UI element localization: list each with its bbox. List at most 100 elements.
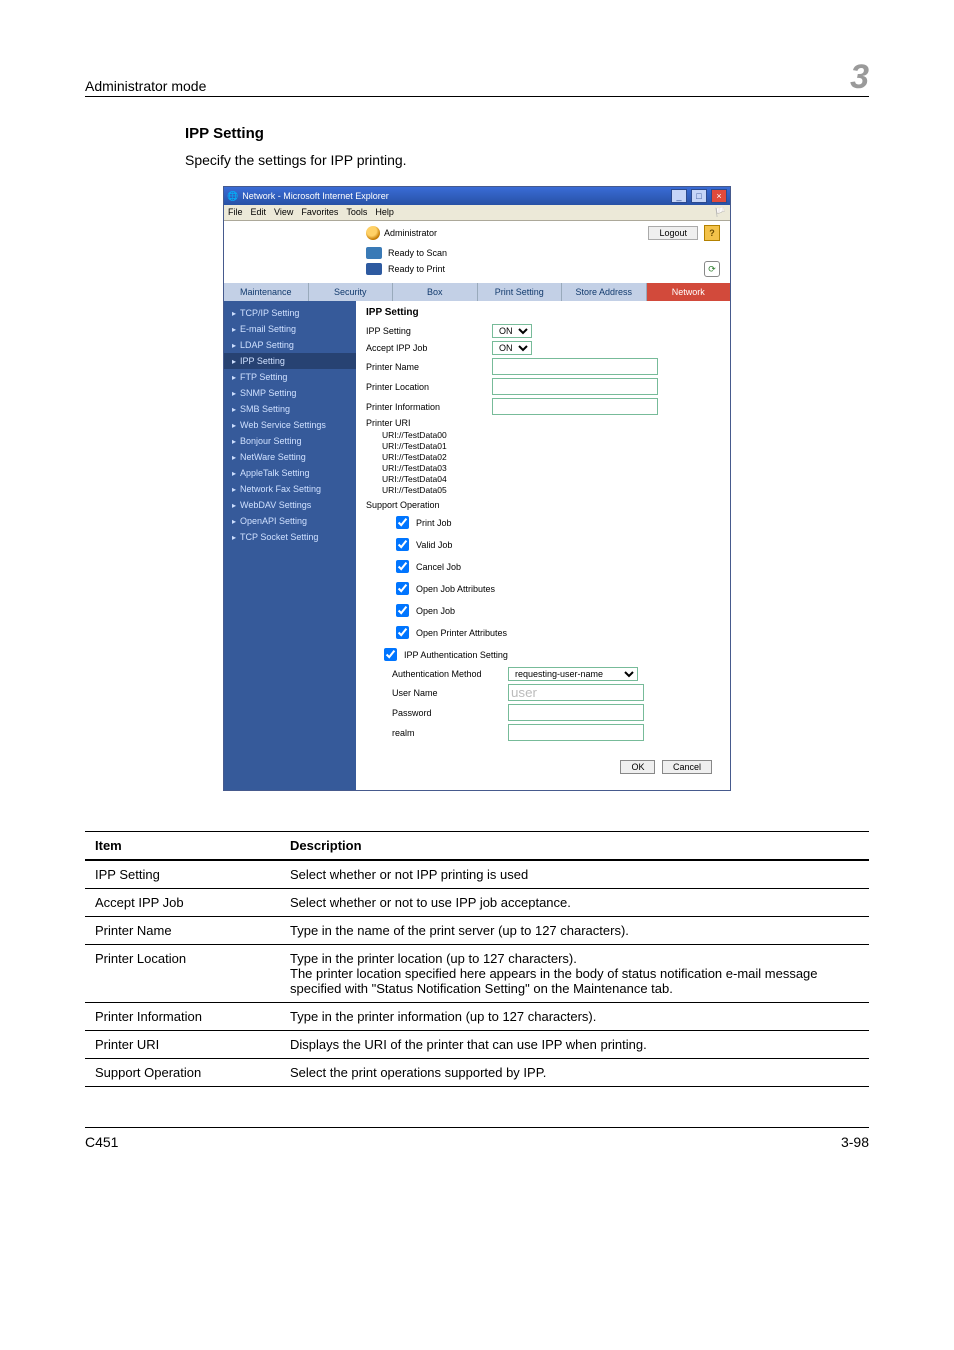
sidebar-item-ldap[interactable]: ▸LDAP Setting <box>224 337 356 353</box>
settings-panel: IPP Setting IPP Setting ON Accept IPP Jo… <box>356 301 730 790</box>
input-printer-info[interactable] <box>492 398 658 415</box>
sidebar-item-webdav[interactable]: ▸WebDAV Settings <box>224 497 356 513</box>
checkbox-cancel-job[interactable] <box>396 560 409 573</box>
table-cell-item: Accept IPP Job <box>85 889 280 917</box>
menu-help[interactable]: Help <box>375 207 394 218</box>
select-ipp-setting[interactable]: ON <box>492 324 532 338</box>
select-accept-ipp[interactable]: ON <box>492 341 532 355</box>
ready-print-text: Ready to Print <box>388 264 445 274</box>
table-cell-item: Support Operation <box>85 1059 280 1087</box>
sidebar-item-openapi[interactable]: ▸OpenAPI Setting <box>224 513 356 529</box>
sidebar-item-netware[interactable]: ▸NetWare Setting <box>224 449 356 465</box>
menu-favorites[interactable]: Favorites <box>301 207 338 218</box>
sidebar-item-tcpsocket[interactable]: ▸TCP Socket Setting <box>224 529 356 545</box>
logout-button[interactable]: Logout <box>648 226 698 240</box>
input-realm[interactable] <box>508 724 644 741</box>
menu-file[interactable]: File <box>228 207 243 218</box>
user-label: Administrator <box>384 228 437 238</box>
checkbox-open-printer-attr[interactable] <box>396 626 409 639</box>
label-printer-uri: Printer URI <box>366 418 486 428</box>
input-user-name[interactable] <box>508 684 644 701</box>
sidebar-item-smb[interactable]: ▸SMB Setting <box>224 401 356 417</box>
table-cell-desc: Select whether or not to use IPP job acc… <box>280 889 869 917</box>
checkbox-ipp-auth[interactable] <box>384 648 397 661</box>
ie-flag-icon: 🏳️ <box>715 207 726 218</box>
input-printer-location[interactable] <box>492 378 658 395</box>
table-head-item: Item <box>85 832 280 861</box>
user-icon <box>366 226 380 240</box>
app-top-bar: Administrator Logout ? <box>224 221 730 245</box>
label-realm: realm <box>392 728 502 738</box>
footer-page: 3-98 <box>841 1134 869 1150</box>
printer-uri-list: URI://TestData00URI://TestData01URI://Te… <box>382 430 720 496</box>
section-description: Specify the settings for IPP printing. <box>185 152 869 168</box>
table-cell-item: Printer Information <box>85 1003 280 1031</box>
sidebar-item-appletalk[interactable]: ▸AppleTalk Setting <box>224 465 356 481</box>
select-auth-method[interactable]: requesting-user-name <box>508 667 638 681</box>
table-cell-desc: Select whether or not IPP printing is us… <box>280 860 869 889</box>
checkbox-open-job-attr[interactable] <box>396 582 409 595</box>
menu-view[interactable]: View <box>274 207 293 218</box>
table-cell-item: Printer Location <box>85 945 280 1003</box>
sidebar-item-webservice[interactable]: ▸Web Service Settings <box>224 417 356 433</box>
sidebar-item-snmp[interactable]: ▸SNMP Setting <box>224 385 356 401</box>
sidebar-item-email[interactable]: ▸E-mail Setting <box>224 321 356 337</box>
help-button[interactable]: ? <box>704 225 720 241</box>
table-row: Printer NameType in the name of the prin… <box>85 917 869 945</box>
footer-model: C451 <box>85 1134 118 1150</box>
menu-edit[interactable]: Edit <box>251 207 267 218</box>
tab-print-setting[interactable]: Print Setting <box>478 283 563 301</box>
tab-security[interactable]: Security <box>309 283 394 301</box>
table-cell-desc: Type in the printer information (up to 1… <box>280 1003 869 1031</box>
tab-maintenance[interactable]: Maintenance <box>224 283 309 301</box>
table-head-desc: Description <box>280 832 869 861</box>
table-cell-desc: Select the print operations supported by… <box>280 1059 869 1087</box>
ok-button[interactable]: OK <box>620 760 655 774</box>
input-password[interactable] <box>508 704 644 721</box>
table-row: Accept IPP JobSelect whether or not to u… <box>85 889 869 917</box>
close-button[interactable]: × <box>711 189 727 203</box>
checkbox-valid-job[interactable] <box>396 538 409 551</box>
section-title: IPP Setting <box>185 125 869 142</box>
checkbox-open-job[interactable] <box>396 604 409 617</box>
ready-scan-text: Ready to Scan <box>388 248 447 258</box>
main-tabstrip: Maintenance Security Box Print Setting S… <box>224 283 730 301</box>
panel-title: IPP Setting <box>366 307 720 318</box>
window-titlebar: 🌐 Network - Microsoft Internet Explorer … <box>224 187 730 205</box>
minimize-button[interactable]: _ <box>671 189 687 203</box>
sidebar-item-tcpip[interactable]: ▸TCP/IP Setting <box>224 305 356 321</box>
maximize-button[interactable]: □ <box>691 189 707 203</box>
label-printer-name: Printer Name <box>366 362 486 372</box>
window-title: Network - Microsoft Internet Explorer <box>242 191 667 201</box>
table-cell-item: IPP Setting <box>85 860 280 889</box>
label-printer-info: Printer Information <box>366 402 486 412</box>
status-block: Ready to Scan Ready to Print ⟳ <box>224 245 730 283</box>
input-printer-name[interactable] <box>492 358 658 375</box>
label-ipp-setting: IPP Setting <box>366 326 486 336</box>
menu-tools[interactable]: Tools <box>346 207 367 218</box>
description-table: Item Description IPP SettingSelect wheth… <box>85 831 869 1087</box>
checkbox-print-job[interactable] <box>396 516 409 529</box>
label-user-name: User Name <box>392 688 502 698</box>
header-chapter-number: 3 <box>850 60 869 94</box>
sidebar-item-ipp[interactable]: ▸IPP Setting <box>224 353 356 369</box>
sidebar-item-bonjour[interactable]: ▸Bonjour Setting <box>224 433 356 449</box>
label-support-op: Support Operation <box>366 500 486 510</box>
sidebar-item-networkfax[interactable]: ▸Network Fax Setting <box>224 481 356 497</box>
tab-box[interactable]: Box <box>393 283 478 301</box>
running-header: Administrator mode 3 <box>85 60 869 97</box>
tab-store-address[interactable]: Store Address <box>562 283 647 301</box>
label-password: Password <box>392 708 502 718</box>
label-auth-method: Authentication Method <box>392 669 502 679</box>
sidebar-item-ftp[interactable]: ▸FTP Setting <box>224 369 356 385</box>
label-accept-ipp: Accept IPP Job <box>366 343 486 353</box>
table-cell-desc: Displays the URI of the printer that can… <box>280 1031 869 1059</box>
table-row: IPP SettingSelect whether or not IPP pri… <box>85 860 869 889</box>
table-row: Printer URIDisplays the URI of the print… <box>85 1031 869 1059</box>
cancel-button[interactable]: Cancel <box>662 760 712 774</box>
table-row: Printer LocationType in the printer loca… <box>85 945 869 1003</box>
label-printer-location: Printer Location <box>366 382 486 392</box>
tab-network[interactable]: Network <box>647 283 731 301</box>
refresh-button[interactable]: ⟳ <box>704 261 720 277</box>
table-row: Printer InformationType in the printer i… <box>85 1003 869 1031</box>
